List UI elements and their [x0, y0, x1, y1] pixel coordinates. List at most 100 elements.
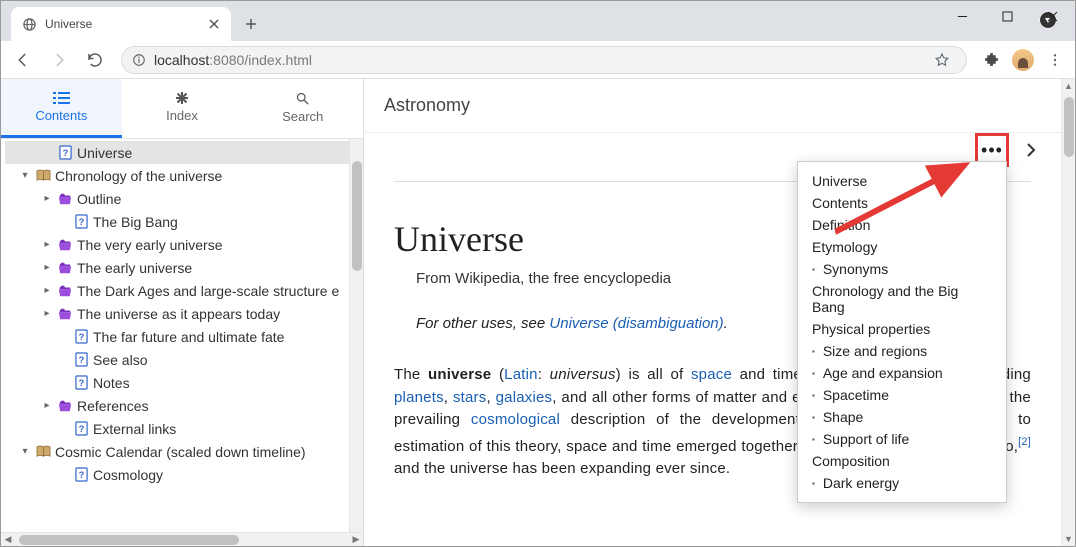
twisty-icon[interactable]: ▸ [41, 262, 53, 273]
tree-item-label: Cosmic Calendar (scaled down timeline) [55, 444, 306, 460]
tree-item-label: See also [93, 352, 147, 368]
toc-popup-item[interactable]: Physical properties [798, 318, 1006, 340]
browser-tab[interactable]: Universe [11, 7, 231, 41]
tree-item-bigbang[interactable]: ? The Big Bang [5, 210, 349, 233]
toc-popup-item[interactable]: Contents [798, 192, 1006, 214]
forward-button[interactable] [43, 44, 75, 76]
tree-item-early[interactable]: ▸The early universe [5, 256, 349, 279]
toc-popup-item[interactable]: Etymology [798, 236, 1006, 258]
address-bar: localhost:8080/index.html [1, 41, 1075, 79]
extensions-icon[interactable] [977, 46, 1005, 74]
sidebar-scrollbar[interactable] [349, 139, 363, 532]
citation-2[interactable]: [2] [1018, 436, 1031, 448]
twisty-icon[interactable]: ▸ [41, 193, 53, 204]
link-space[interactable]: space [691, 366, 732, 383]
main-scrollbar[interactable]: ▲▼ [1061, 79, 1075, 546]
twisty-icon[interactable]: ▸ [41, 285, 53, 296]
twisty-icon[interactable]: ▸ [41, 239, 53, 250]
toc-popup-item[interactable]: Universe [798, 170, 1006, 192]
tree-item-label: The very early universe [77, 237, 223, 253]
toc-popup-item[interactable]: Shape [798, 406, 1006, 428]
breadcrumb-text: Astronomy [384, 95, 470, 116]
toc-popup-item[interactable]: Size and regions [798, 340, 1006, 362]
reload-button[interactable] [79, 44, 111, 76]
tree-item-see_also[interactable]: ?See also [5, 348, 349, 371]
scrollbar-thumb[interactable] [1064, 97, 1074, 157]
link-galaxies[interactable]: galaxies [496, 389, 553, 406]
url-text: localhost:8080/index.html [154, 52, 920, 68]
svg-text:?: ? [78, 378, 84, 388]
svg-text:?: ? [78, 217, 84, 227]
tree-item-dark_ages[interactable]: ▸ The Dark Ages and large-scale structure… [5, 279, 349, 302]
profile-button[interactable] [1009, 46, 1037, 74]
toc-tree[interactable]: ?Universe▾Chronology of the universe▸Out… [1, 139, 349, 532]
site-info-icon[interactable] [132, 53, 146, 67]
tree-item-as_today[interactable]: ▸ The universe as it appears today [5, 302, 349, 325]
tree-item-external_links[interactable]: ?External links [5, 417, 349, 440]
tree-item-label: The universe as it appears today [77, 306, 280, 322]
more-menu-button[interactable]: ••• [978, 136, 1006, 164]
scrollbar-thumb[interactable] [352, 161, 362, 271]
folder-icon [57, 260, 73, 276]
tree-item-chronology[interactable]: ▾Chronology of the universe [5, 164, 349, 187]
tree-item-notes[interactable]: ?Notes [5, 371, 349, 394]
toc-popup-item[interactable]: Synonyms [798, 258, 1006, 280]
minimize-button[interactable] [940, 1, 985, 31]
close-icon[interactable] [207, 19, 221, 29]
article: ••• Universe From Wikipedia, the free en… [364, 133, 1061, 546]
tab-search[interactable]: Search [242, 79, 363, 138]
tree-item-label: The far future and ultimate fate [93, 329, 284, 345]
scrollbar-thumb[interactable] [19, 535, 239, 545]
window-titlebar: Universe [1, 1, 1075, 41]
tree-item-label: References [77, 398, 149, 414]
toc-popup-item[interactable]: Composition [798, 450, 1006, 472]
toc-popup-item[interactable]: Dark energy [798, 472, 1006, 494]
tree-item-label: The Dark Ages and large-scale structure … [77, 283, 339, 299]
toc-popup[interactable]: UniverseContentsDefinitionEtymologySynon… [797, 161, 1007, 503]
twisty-icon[interactable]: ▸ [41, 400, 53, 411]
svg-text:?: ? [78, 424, 84, 434]
tree-item-cosmic_calendar[interactable]: ▾ Cosmic Calendar (scaled down timeline) [5, 440, 349, 463]
tab-index[interactable]: Index [122, 79, 243, 138]
folder-icon [57, 306, 73, 322]
svg-text:?: ? [78, 332, 84, 342]
toc-popup-item[interactable]: Age and expansion [798, 362, 1006, 384]
tree-item-cosmology[interactable]: ?Cosmology [5, 463, 349, 486]
close-window-button[interactable] [1030, 1, 1075, 31]
tab-title: Universe [45, 17, 199, 31]
link-planets[interactable]: planets [394, 389, 444, 406]
new-tab-button[interactable] [237, 10, 265, 38]
url-input[interactable]: localhost:8080/index.html [121, 46, 967, 74]
tab-contents[interactable]: Contents [1, 79, 122, 138]
sidebar-h-scrollbar[interactable]: ◀▶ [1, 532, 363, 546]
tree-item-outline[interactable]: ▸Outline [5, 187, 349, 210]
kebab-menu-icon[interactable] [1041, 46, 1069, 74]
bookmark-star-icon[interactable] [928, 46, 956, 74]
book-icon [35, 168, 51, 184]
back-button[interactable] [7, 44, 39, 76]
tree-item-universe[interactable]: ?Universe [5, 141, 349, 164]
disambiguation-link[interactable]: Universe (disambiguation) [549, 315, 723, 332]
link-stars[interactable]: stars [453, 389, 487, 406]
toc-popup-item[interactable]: Support of life [798, 428, 1006, 450]
twisty-icon[interactable]: ▾ [19, 170, 31, 181]
twisty-icon[interactable]: ▸ [41, 308, 53, 319]
maximize-button[interactable] [985, 1, 1030, 31]
toc-popup-item[interactable]: Spacetime [798, 384, 1006, 406]
page-icon: ? [73, 467, 89, 483]
globe-icon [21, 16, 37, 32]
tree-item-very_early[interactable]: ▸ The very early universe [5, 233, 349, 256]
link-cosmological[interactable]: cosmological [471, 411, 560, 428]
next-button[interactable] [1019, 138, 1043, 162]
page-icon: ? [73, 352, 89, 368]
tree-item-far_future[interactable]: ? The far future and ultimate fate [5, 325, 349, 348]
tree-item-label: The Big Bang [93, 214, 178, 230]
svg-text:?: ? [62, 148, 68, 158]
twisty-icon[interactable]: ▾ [19, 446, 31, 457]
tree-item-references[interactable]: ▸ References [5, 394, 349, 417]
toc-popup-item[interactable]: Chronology and the Big Bang [798, 280, 1006, 318]
folder-icon [57, 237, 73, 253]
toc-popup-item[interactable]: Definition [798, 214, 1006, 236]
tree-item-label: Cosmology [93, 467, 163, 483]
link-latin[interactable]: Latin [504, 366, 538, 383]
